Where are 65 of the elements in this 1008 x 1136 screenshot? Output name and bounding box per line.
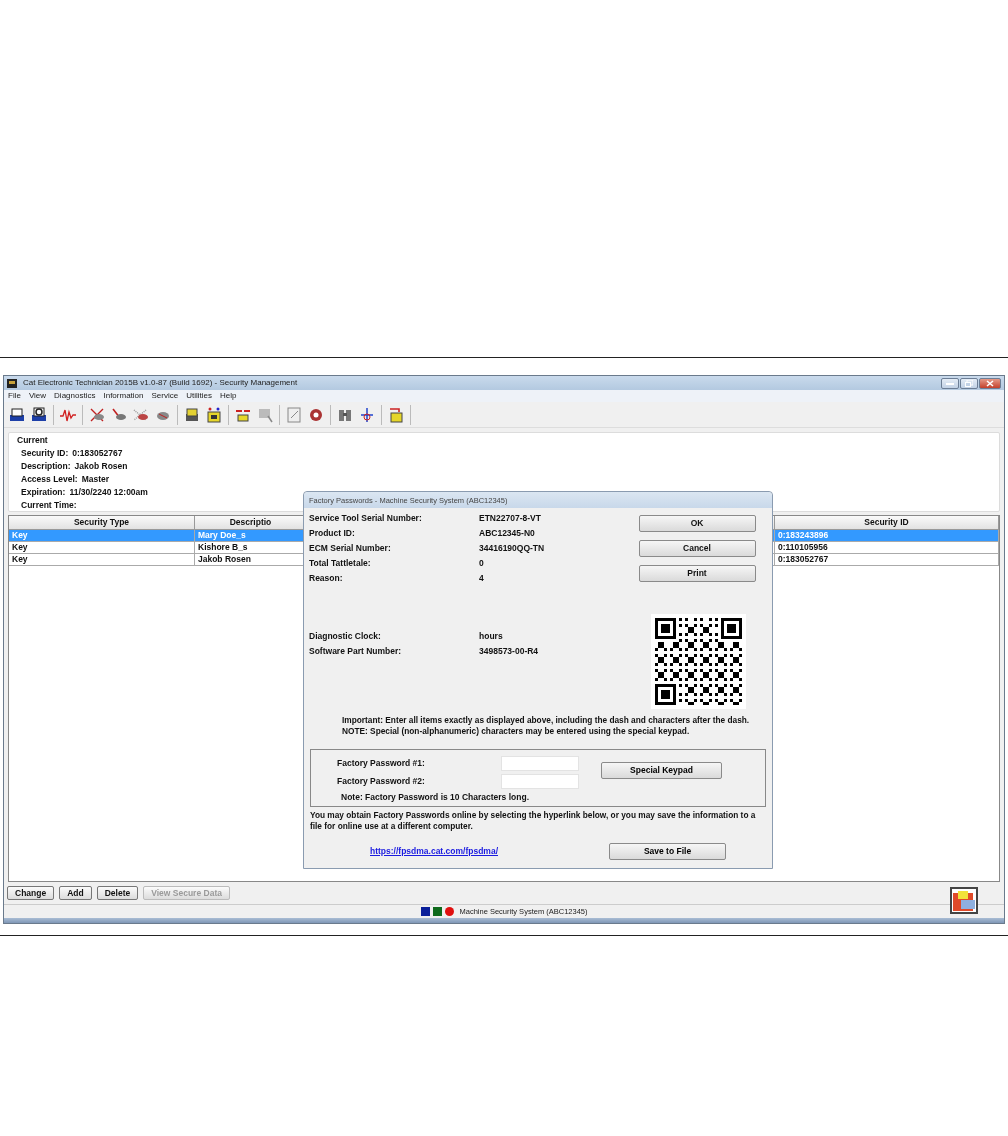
password-note: Note: Factory Password is 10 Characters long.	[340, 791, 530, 804]
save-to-file-button[interactable]: Save to File	[609, 843, 726, 860]
action-button[interactable]: Add	[59, 886, 92, 900]
menu-item[interactable]: Help	[219, 390, 237, 402]
menu-item[interactable]: File	[8, 390, 21, 402]
close-icon	[986, 379, 994, 387]
field-label: Current Time:	[21, 499, 77, 512]
info-text: You may obtain Factory Passwords online by selecting the hyperlink below, or you may save the information to a file for online use at a different computer.	[309, 809, 757, 832]
field-value: ABC12345-N0	[479, 527, 535, 540]
field-label: Software Part Number:	[309, 645, 403, 658]
field-label: Expiration:	[21, 486, 66, 499]
restore-button[interactable]	[960, 377, 978, 389]
restore-icon	[965, 379, 973, 387]
table-cell[interactable]: 0:110105956	[775, 542, 999, 554]
field-value: 3498573-00-R4	[479, 645, 539, 658]
field-value: Jakob Rosen	[74, 460, 128, 473]
action-button[interactable]: Delete	[96, 886, 139, 900]
menu-item[interactable]: Diagnostics	[54, 390, 96, 402]
hyperlink[interactable]: https://fpsdma.cat.com/fpsdma/	[370, 845, 498, 858]
menu-item[interactable]: View	[28, 390, 47, 402]
field-label: Factory Password #2:	[337, 774, 426, 788]
app-logo-icon	[7, 378, 17, 388]
close-button[interactable]	[979, 377, 1001, 389]
keypad-button[interactable]: Special Keypad	[601, 762, 722, 779]
field-label: Diagnostic Clock:	[309, 630, 382, 643]
table-cell[interactable]: Key	[9, 554, 195, 566]
field-label: Product ID:	[309, 527, 356, 540]
dialog-button[interactable]: Cancel	[638, 540, 756, 557]
menu-item[interactable]: Utilities	[186, 390, 212, 402]
group-heading: Current	[16, 434, 49, 447]
column-header[interactable]: Security ID	[775, 516, 999, 530]
important-note: Important: Enter all items exactly as displayed above, including the dash and characters after the dash. NOTE: Special (non-alphanumeric) characters may be entered using the special keypad.	[341, 714, 751, 737]
field-label: Security ID:	[21, 447, 69, 460]
field-value: ETN22707-8-VT	[479, 512, 541, 525]
field-value: 4	[479, 572, 484, 585]
window-title: Cat Electronic Technician 2015B v1.0-87 (Build 1692) - Security Management	[23, 377, 298, 389]
print-preview-icon[interactable]	[30, 405, 48, 424]
field-label: Description:	[21, 460, 71, 473]
dialog-button[interactable]: OK	[638, 515, 756, 532]
field-value: 34416190QQ-TN	[479, 542, 545, 555]
password-field[interactable]	[501, 773, 579, 789]
menu-item[interactable]: Information	[103, 390, 144, 402]
field-label: Reason:	[309, 572, 344, 585]
dialog-button[interactable]: Print	[638, 565, 756, 582]
table-cell[interactable]: Key	[9, 542, 195, 554]
printer-icon[interactable]	[8, 405, 26, 424]
field-label: ECM Serial Number:	[309, 542, 392, 555]
field-value: 0	[479, 557, 484, 570]
minimize-button[interactable]	[941, 377, 959, 389]
field-label: Factory Password #1:	[337, 756, 426, 770]
field-value: 11/30/2240 12:00am	[69, 486, 148, 499]
field-value: 0:183052767	[72, 447, 123, 460]
field-label: Total Tattletale:	[309, 557, 372, 570]
menu-item[interactable]: Service	[151, 390, 179, 402]
field-value: hours	[479, 630, 503, 643]
column-header[interactable]: Security Type	[9, 516, 195, 530]
module-arrow-icon[interactable]	[387, 405, 405, 424]
field-label: Service Tool Serial Number:	[309, 512, 423, 525]
action-button[interactable]: Change	[7, 886, 55, 900]
field-value: Master	[81, 473, 110, 486]
module-stack-icon[interactable]	[183, 405, 201, 424]
password-field[interactable]	[501, 755, 579, 771]
field-label: Access Level:	[21, 473, 78, 486]
table-cell[interactable]: 0:183052767	[775, 554, 999, 566]
module-icon[interactable]	[205, 405, 223, 424]
